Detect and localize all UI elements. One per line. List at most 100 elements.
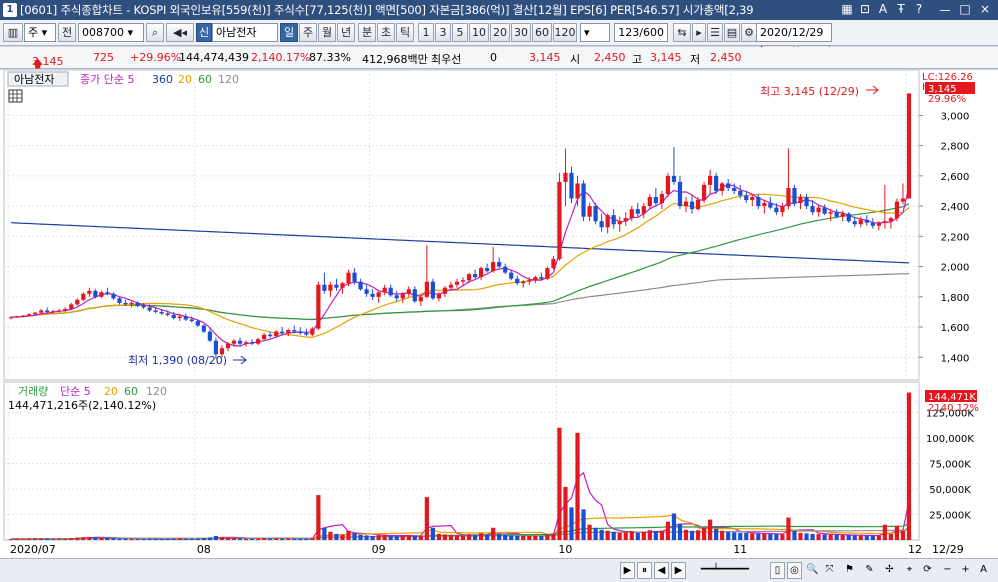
- volume-bar: [756, 533, 761, 540]
- volume-bar: [714, 528, 719, 540]
- prev-icon[interactable]: ◀: [654, 562, 669, 579]
- volume-bar: [292, 538, 297, 540]
- volume-bar: [545, 534, 550, 540]
- candle-body: [117, 298, 122, 303]
- candle-body: [75, 299, 80, 305]
- measure-icon[interactable]: ⌖: [902, 562, 917, 579]
- refresh-icon[interactable]: ⟳: [920, 562, 935, 579]
- count-field[interactable]: 123/600: [614, 23, 668, 42]
- font-icon[interactable]: A: [876, 2, 890, 16]
- speaker-icon[interactable]: ◀◂: [166, 23, 194, 42]
- volume-bar: [569, 507, 574, 540]
- candle-body: [635, 209, 640, 214]
- text-plus-icon[interactable]: +: [958, 562, 973, 579]
- interval-120[interactable]: 120: [553, 23, 577, 42]
- interval-30[interactable]: 30: [511, 23, 531, 42]
- volume-bar: [304, 538, 309, 540]
- candle-body: [304, 333, 309, 335]
- candle-body: [774, 207, 779, 213]
- help-icon[interactable]: ?: [912, 2, 926, 16]
- zoom-plus-icon[interactable]: ⤧: [822, 562, 837, 579]
- chart-area[interactable]: 1,400 1,600 1,800 2,000 2,200 2,400 2,600 2,800…: [0, 69, 998, 558]
- tool-icon[interactable]: ⚑: [842, 562, 857, 579]
- interval-10[interactable]: 10: [469, 23, 489, 42]
- volume-bar: [231, 538, 237, 540]
- candle-body: [509, 272, 514, 279]
- period-minute[interactable]: 분: [358, 23, 376, 42]
- next-icon[interactable]: ▶: [671, 562, 686, 579]
- crosshair-icon[interactable]: ✢: [882, 562, 897, 579]
- candle-body: [105, 292, 110, 294]
- search-icon[interactable]: ⌕: [146, 23, 164, 42]
- date-field[interactable]: 2020/12/29 ▦: [756, 23, 832, 56]
- period-tick[interactable]: 틱: [396, 23, 414, 42]
- candle-body: [780, 206, 785, 213]
- price-badge-pct: 29.96%: [928, 94, 966, 105]
- period-month[interactable]: 월: [318, 23, 336, 42]
- candle-body: [581, 183, 586, 217]
- candle-body: [195, 321, 200, 326]
- candle-body: [262, 334, 267, 340]
- volume-bar: [515, 535, 520, 540]
- interval-1[interactable]: 1: [418, 23, 434, 42]
- candle-body: [412, 289, 417, 302]
- overlay-icon[interactable]: ◎: [787, 562, 802, 579]
- lock-icon[interactable]: ▥: [3, 23, 23, 42]
- stock-chart[interactable]: 1,400 1,600 1,800 2,000 2,200 2,400 2,600 2,800…: [0, 69, 998, 558]
- volume-bar: [274, 538, 279, 540]
- pause-icon[interactable]: ⏸: [637, 562, 652, 579]
- volume-bar: [99, 537, 104, 540]
- stock-name-field[interactable]: 아남전자: [212, 23, 278, 42]
- eraser-icon[interactable]: ✎: [862, 562, 877, 579]
- text-minus-icon[interactable]: −: [940, 562, 955, 579]
- minimize-icon[interactable]: ㅡ: [938, 2, 952, 19]
- volume-bar: [738, 532, 743, 540]
- candle-body: [45, 310, 50, 312]
- candle-body: [249, 342, 255, 344]
- legend-volume-ma60: 60: [124, 385, 138, 398]
- text-size-icon[interactable]: A: [976, 562, 991, 579]
- layout-icon[interactable]: ▦: [840, 2, 854, 16]
- period-day[interactable]: 일: [280, 23, 298, 42]
- settings-icon[interactable]: ⚙: [741, 23, 757, 42]
- zoom-minus-icon[interactable]: 🔍: [805, 562, 820, 579]
- candle-body: [503, 266, 508, 273]
- volume-bar: [8, 538, 14, 540]
- candle-body: [159, 311, 164, 314]
- scroll-right-icon[interactable]: ▶: [620, 562, 635, 579]
- price-tick-label: 1,800: [941, 293, 970, 304]
- market-button[interactable]: 전: [58, 23, 76, 42]
- period-year[interactable]: 년: [337, 23, 355, 42]
- maximize-icon[interactable]: □: [958, 2, 972, 16]
- interval-3[interactable]: 3: [435, 23, 451, 42]
- chart-list-icon[interactable]: ☰: [707, 23, 723, 42]
- capture-icon[interactable]: ⊡: [858, 2, 872, 16]
- pin-icon[interactable]: Ŧ: [894, 2, 908, 16]
- table-icon[interactable]: [8, 89, 23, 103]
- period-week[interactable]: 주: [299, 23, 317, 42]
- volume-bar: [237, 538, 243, 540]
- volume-bar: [804, 533, 809, 540]
- candle-body: [370, 293, 375, 297]
- chart-type-icon[interactable]: ▯: [770, 562, 785, 579]
- interval-60[interactable]: 60: [532, 23, 552, 42]
- candle-body: [213, 340, 219, 355]
- volume-bar: [81, 537, 86, 540]
- stock-code-input[interactable]: 008700 ▾: [78, 23, 144, 42]
- candle-body: [695, 200, 701, 210]
- period-second[interactable]: 초: [377, 23, 395, 42]
- interval-5[interactable]: 5: [452, 23, 468, 42]
- period-type-select[interactable]: 주 ▾: [24, 23, 56, 42]
- compare-icon[interactable]: ⇆: [673, 23, 691, 42]
- interval-20[interactable]: 20: [490, 23, 510, 42]
- volume-bar: [840, 535, 845, 540]
- arrow-icon[interactable]: ▸: [692, 23, 706, 42]
- custom-interval-select[interactable]: ▾: [580, 23, 610, 42]
- volume-bar: [370, 535, 375, 540]
- candle-body: [732, 187, 737, 191]
- period-type-value: 주: [28, 26, 39, 39]
- save-icon[interactable]: ▤: [724, 23, 740, 42]
- zoom-slider[interactable]: ━━┷━━━━━: [690, 562, 760, 579]
- new-badge[interactable]: 신: [196, 23, 212, 42]
- close-icon[interactable]: ×: [978, 2, 992, 16]
